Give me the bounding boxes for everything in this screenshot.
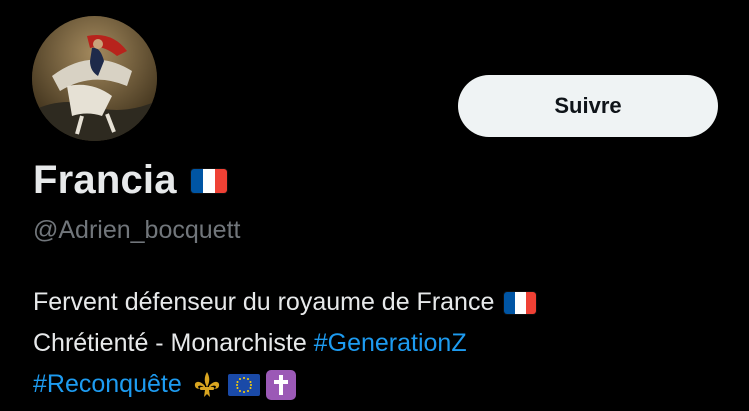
fleur-de-lis-icon — [192, 370, 222, 400]
avatar-image — [32, 16, 157, 141]
profile-handle: @Adrien_bocquett — [33, 216, 241, 244]
bio-line-2: Chrétienté - Monarchiste #GenerationZ — [33, 323, 733, 364]
hashtag-reconquete-link[interactable]: #Reconquête — [33, 364, 182, 405]
display-name: Francia — [33, 158, 177, 202]
profile-avatar[interactable] — [32, 16, 157, 141]
bio-line-3: #Reconquête — [33, 364, 733, 405]
bio-line-1: Fervent défenseur du royaume de France — [33, 282, 733, 323]
latin-cross-icon — [265, 369, 296, 400]
follow-button[interactable]: Suivre — [458, 75, 718, 137]
profile-name-row: Francia — [33, 158, 227, 203]
flag-eu-icon — [227, 373, 260, 396]
flag-france-icon — [504, 291, 537, 314]
flag-france-icon — [190, 168, 227, 193]
bio-text-1: Fervent défenseur du royaume de France — [33, 288, 495, 316]
bio-text-2: Chrétienté - Monarchiste — [33, 329, 307, 357]
profile-bio: Fervent défenseur du royaume de France C… — [33, 282, 733, 405]
hashtag-generationz-link[interactable]: #GenerationZ — [314, 323, 467, 364]
